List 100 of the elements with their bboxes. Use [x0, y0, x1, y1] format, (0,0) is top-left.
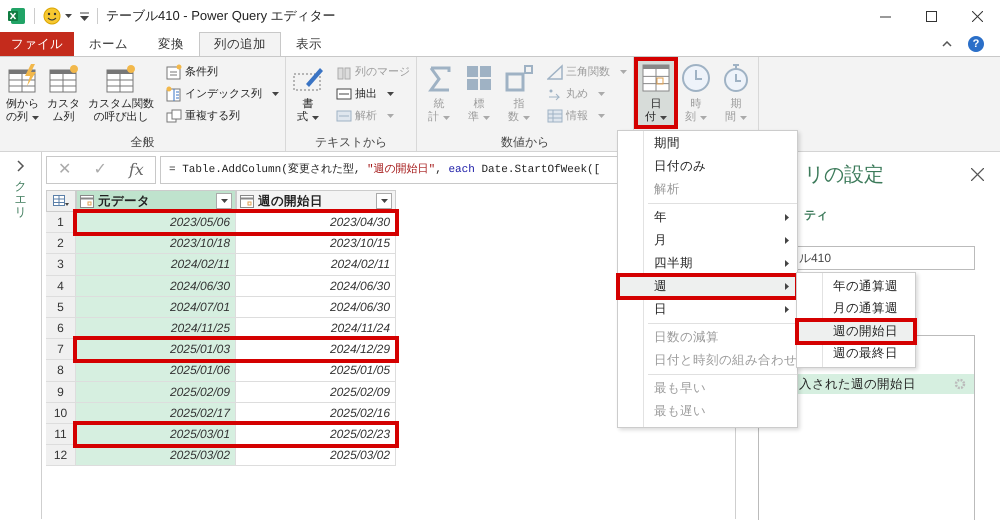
- caret-icon: [220, 199, 228, 203]
- menu-item[interactable]: 月の通算週: [797, 298, 915, 320]
- table-cell: 2024/06/30: [236, 296, 396, 318]
- table-cell: 2023/04/30: [236, 212, 396, 234]
- close-icon[interactable]: [971, 168, 984, 181]
- pane-title: リの設定: [804, 164, 884, 186]
- table-cell: 2024/06/30: [236, 276, 396, 297]
- ribbon-button[interactable]: カスタム関数 の呼び出し: [86, 61, 156, 127]
- caret-icon: [483, 116, 490, 120]
- group-label: 数値から: [501, 135, 549, 149]
- close-icon: [972, 10, 982, 22]
- ribbon-button[interactable]: 重複する列: [164, 105, 281, 127]
- caret-icon: [740, 116, 747, 120]
- collapse-ribbon-icon[interactable]: [942, 41, 952, 47]
- ribbon-button[interactable]: インデックス列: [164, 83, 281, 105]
- calendar-type-icon: [80, 194, 94, 208]
- caret-icon: [272, 92, 279, 96]
- table-cell: 2025/02/23: [236, 424, 396, 446]
- row-number: 7: [46, 339, 76, 360]
- menu-item[interactable]: 期間: [618, 132, 797, 155]
- table-cell: 2025/01/05: [236, 360, 396, 382]
- row-number: 9: [46, 382, 76, 403]
- row-number: 2: [46, 233, 76, 254]
- row-number: 4: [46, 276, 76, 297]
- extract-icon: [336, 86, 352, 102]
- menu-item[interactable]: 週の開始日: [797, 320, 915, 342]
- duplicate-icon: [166, 108, 182, 124]
- ribbon-button[interactable]: カスタ ム列: [45, 61, 82, 127]
- menu-item[interactable]: 年: [618, 206, 797, 229]
- ribbon-tab[interactable]: 変換: [143, 32, 199, 56]
- ribbon-button[interactable]: 例から の列: [4, 61, 41, 127]
- menu-item[interactable]: 年の通算週: [797, 275, 915, 298]
- submenu-arrow-icon: [785, 283, 789, 290]
- table-grid-icon: [53, 195, 69, 207]
- caret-icon: [660, 116, 667, 120]
- power-icon: [503, 62, 535, 94]
- menu-item[interactable]: 週: [618, 275, 797, 298]
- help-button[interactable]: ?: [968, 36, 984, 52]
- table-cell: 2025/02/16: [236, 402, 396, 424]
- customize-toolbar-icon[interactable]: [80, 12, 89, 20]
- menu-item[interactable]: 週の最終日: [797, 342, 915, 365]
- row-number: 8: [46, 360, 76, 382]
- row-number: 1: [46, 212, 76, 234]
- info-grid-icon: [547, 108, 563, 124]
- submenu-arrow-icon: [785, 260, 789, 267]
- caret-icon: [598, 114, 605, 118]
- table-cell: 2025/02/09: [236, 382, 396, 403]
- submenu-arrow-icon: [785, 214, 789, 221]
- triangle-icon: [547, 64, 563, 80]
- smiley-icon[interactable]: [43, 7, 61, 25]
- ribbon-button[interactable]: 条件列: [164, 61, 281, 83]
- ribbon-tab[interactable]: ホーム: [74, 32, 143, 56]
- insert-function-button[interactable]: fx: [122, 158, 150, 182]
- table-cell: 2024/11/24: [236, 318, 396, 340]
- table-sparkle-icon: [48, 62, 80, 94]
- caret-icon: [387, 114, 394, 118]
- table-lightning-icon: [6, 62, 38, 94]
- file-tab[interactable]: ファイル: [0, 32, 74, 56]
- table-cell: 2023/05/06: [76, 212, 236, 234]
- group-label: 全般: [130, 135, 154, 149]
- table-cell: 2024/07/01: [76, 296, 236, 318]
- ribbon-button[interactable]: 日 付: [638, 61, 674, 125]
- row-number: 6: [46, 318, 76, 340]
- calendar-type-icon: [240, 194, 254, 208]
- submenu-arrow-icon: [785, 306, 789, 313]
- table-cell: 2024/06/30: [76, 276, 236, 297]
- ribbon-button[interactable]: 書 式: [290, 61, 326, 127]
- calendar-icon: [640, 62, 672, 94]
- row-number: 5: [46, 296, 76, 318]
- excel-icon: [8, 7, 26, 25]
- table-menu-button[interactable]: [46, 190, 76, 212]
- caret-icon: [523, 116, 530, 120]
- submenu-arrow-icon: [785, 237, 789, 244]
- filter-dropdown-button[interactable]: [216, 193, 232, 209]
- menu-item[interactable]: 日: [618, 298, 797, 321]
- table-cell: 2024/02/11: [236, 254, 396, 276]
- queries-pane-label[interactable]: クエリ: [14, 180, 26, 220]
- row-number: 3: [46, 254, 76, 276]
- numbered-column-icon: [166, 86, 182, 102]
- ribbon-tab[interactable]: 列の追加: [199, 32, 281, 56]
- ribbon-tab[interactable]: 表示: [281, 32, 337, 56]
- expand-chevron-icon[interactable]: [16, 160, 24, 172]
- row-number: 10: [46, 402, 76, 424]
- parse-icon: [336, 108, 352, 124]
- table-cell: 2025/02/09: [76, 382, 236, 403]
- caret-icon: [65, 14, 72, 18]
- caret-icon: [620, 70, 627, 74]
- caret-icon: [312, 116, 319, 120]
- column-name: 週の開始日: [258, 192, 323, 210]
- table-cell: 2024/12/29: [236, 339, 396, 360]
- filter-dropdown-button[interactable]: [376, 193, 392, 209]
- caret-icon: [598, 92, 605, 96]
- section-heading: ティ: [804, 208, 828, 222]
- maximize-icon: [926, 10, 936, 22]
- caret-icon: [443, 116, 450, 120]
- caret-icon: [32, 116, 39, 120]
- ribbon-button[interactable]: 抽出: [334, 83, 412, 105]
- caret-icon: [387, 92, 394, 96]
- group-label: テキストから: [315, 135, 387, 149]
- table-sparkle-icon: [105, 62, 137, 94]
